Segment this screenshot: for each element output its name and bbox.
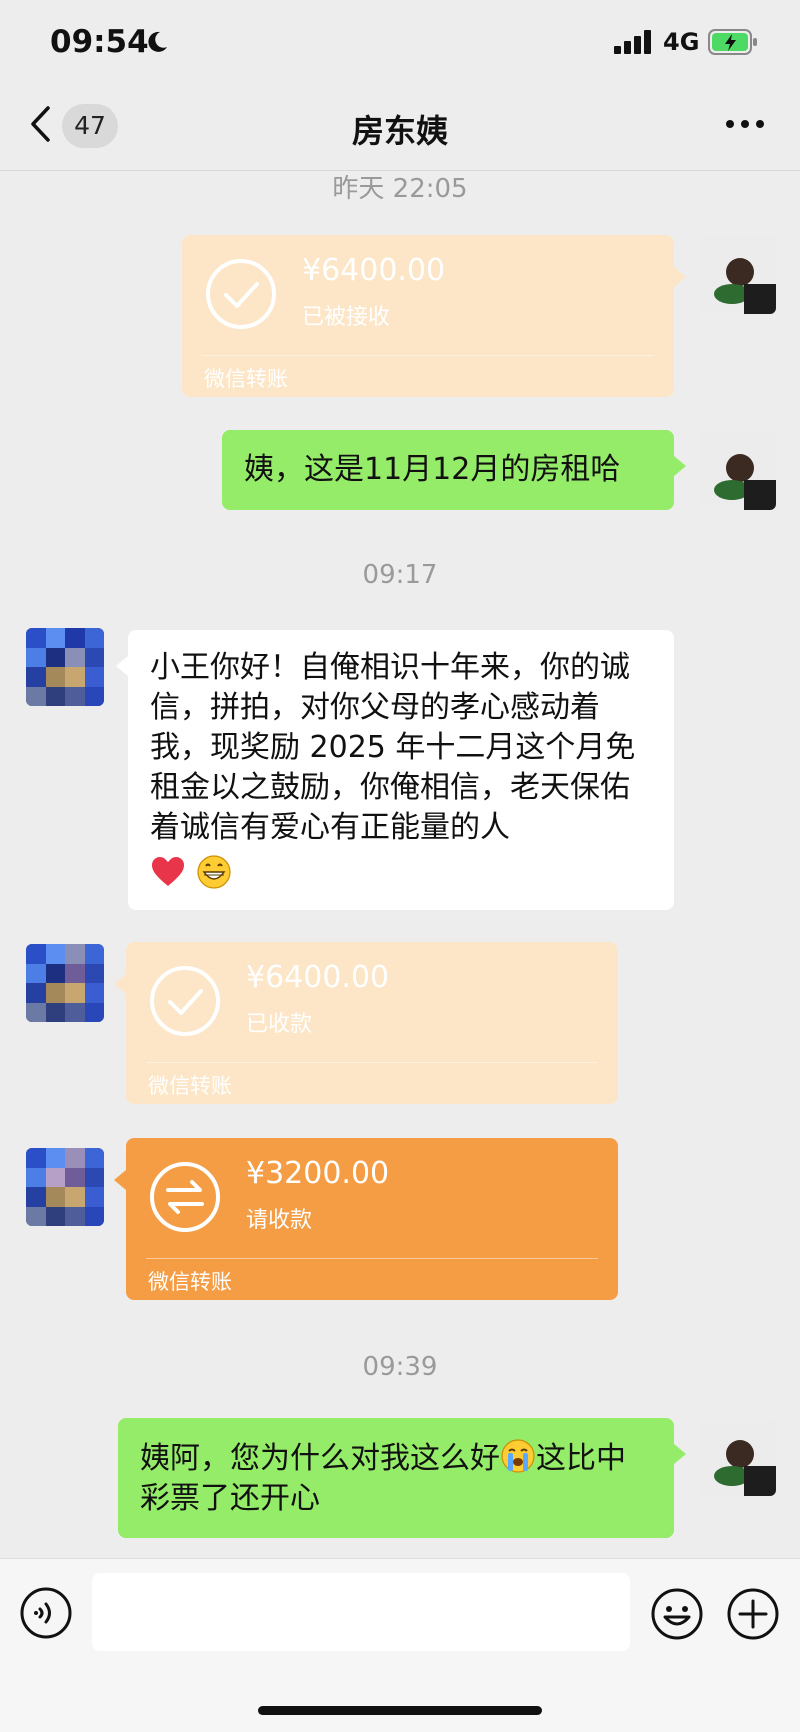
message-input[interactable] [92,1573,630,1651]
battery-charging-icon [708,28,758,56]
red-heart-icon [150,854,186,890]
voice-icon[interactable] [20,1587,72,1639]
moon-icon [145,30,169,54]
avatar-photo [698,432,776,510]
message-text: 姨，这是11月12月的房租哈 [244,452,620,487]
message-bubble[interactable]: 姨，这是11月12月的房租哈 [222,430,674,510]
avatar[interactable] [26,1148,104,1226]
transfer-amount: ¥3200.00 [246,1156,389,1191]
transfer-caption: 微信转账 [204,363,288,393]
timestamp: 09:17 [0,560,800,590]
emoji-icon[interactable] [650,1587,704,1641]
chat-title: 房东姨 [0,106,800,152]
check-circle-icon [148,964,222,1038]
avatar[interactable] [698,236,776,314]
message-text: 姨阿，您为什么对我这么好 [140,1441,500,1476]
home-indicator [258,1706,542,1715]
avatar[interactable] [26,944,104,1022]
transfer-divider [202,355,654,356]
status-bar: 09:54 4G [0,0,800,90]
timestamp: 09:39 [0,1352,800,1382]
message-bubble[interactable]: 小王你好！自俺相识十年来，你的诚信，拼拍，对你父母的孝心感动着我，现奖励 202… [128,630,674,910]
more-dots-icon[interactable] [725,118,765,130]
message-bubble[interactable]: 姨阿，您为什么对我这么好 这比中彩票了还开心 [118,1418,674,1538]
crying-emoji-icon [500,1438,536,1474]
avatar-photo [698,1418,776,1496]
transfer-arrows-icon [148,1160,222,1234]
avatar[interactable] [698,432,776,510]
transfer-caption: 微信转账 [148,1266,232,1296]
transfer-amount: ¥6400.00 [302,253,445,288]
chat-header: 47 房东姨 [0,90,800,171]
transfer-card[interactable]: ¥6400.00 已收款 微信转账 [126,942,618,1104]
avatar-photo [698,236,776,314]
status-time: 09:54 [50,24,149,60]
transfer-card[interactable]: ¥6400.00 已被接收 微信转账 [182,235,674,397]
plus-circle-icon[interactable] [726,1587,780,1641]
transfer-divider [146,1258,598,1259]
timestamp: 昨天 22:05 [0,168,800,205]
transfer-amount: ¥6400.00 [246,960,389,995]
check-circle-icon [204,257,278,331]
transfer-caption: 微信转账 [148,1070,232,1100]
transfer-divider [146,1062,598,1063]
network-label: 4G [663,28,699,56]
avatar[interactable] [26,628,104,706]
transfer-status: 已被接收 [302,299,390,331]
grin-emoji-icon [196,854,232,890]
avatar[interactable] [698,1418,776,1496]
message-text: 小王你好！自俺相识十年来，你的诚信，拼拍，对你父母的孝心感动着我，现奖励 202… [150,650,635,845]
transfer-status: 已收款 [246,1006,312,1038]
signal-icon [614,30,654,54]
transfer-card[interactable]: ¥3200.00 请收款 微信转账 [126,1138,618,1300]
transfer-status: 请收款 [246,1202,312,1234]
